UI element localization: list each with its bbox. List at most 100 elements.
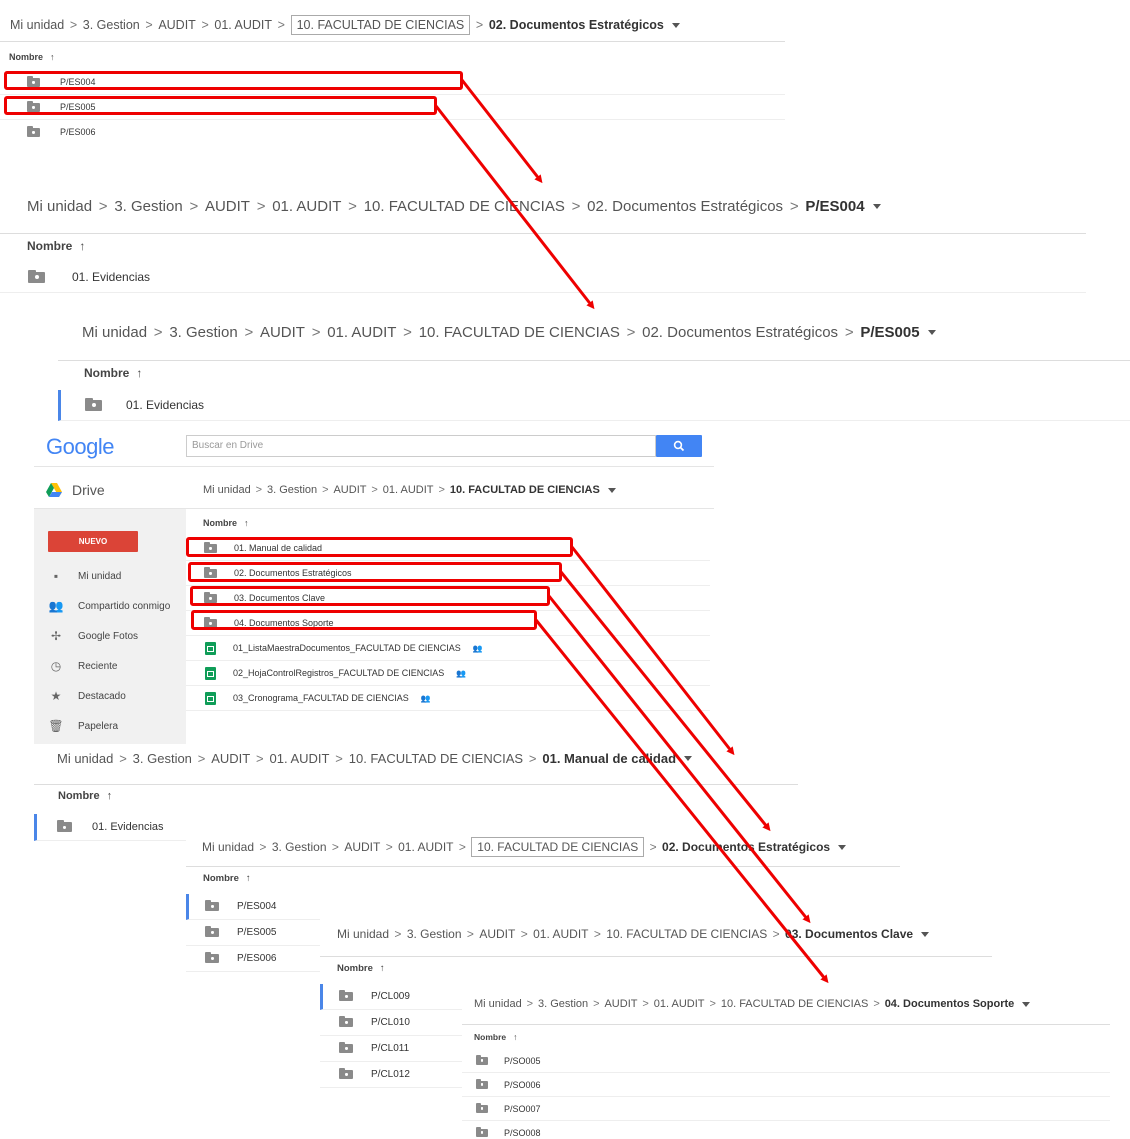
crumb-current[interactable]: 04. Documentos Soporte	[885, 998, 1015, 1010]
column-header-label: Nombre	[203, 518, 238, 528]
list-item[interactable]: P/SO007	[462, 1097, 1110, 1121]
search-button[interactable]	[656, 435, 702, 457]
crumb-audit[interactable]: AUDIT	[344, 840, 380, 854]
crumb-mi-unidad[interactable]: Mi unidad	[203, 484, 251, 496]
sidebar-item[interactable]: ✢ Google Fotos	[34, 621, 186, 651]
crumb-facultad[interactable]: 10. FACULTAD DE CIENCIAS	[349, 751, 523, 766]
sidebar-item[interactable]: 👥 Compartido conmigo	[34, 591, 186, 621]
crumb-audit[interactable]: AUDIT	[260, 324, 305, 341]
crumb-estrategicos[interactable]: 02. Documentos Estratégicos	[587, 198, 783, 215]
column-header-name[interactable]: Nombre ↑	[474, 1032, 517, 1042]
list-item[interactable]: P/SO005	[462, 1049, 1110, 1073]
search-input[interactable]: Buscar en Drive	[192, 440, 263, 451]
list-item[interactable]: 01. Evidencias	[58, 390, 1130, 421]
crumb-01-audit[interactable]: 01. AUDIT	[269, 751, 329, 766]
folder-shared-icon	[476, 1126, 488, 1137]
chevron-down-icon[interactable]	[838, 844, 847, 850]
crumb-facultad[interactable]: 10. FACULTAD DE CIENCIAS	[364, 198, 565, 215]
crumb-gestion[interactable]: 3. Gestion	[267, 484, 317, 496]
crumb-gestion[interactable]: 3. Gestion	[169, 324, 237, 341]
column-header-name[interactable]: Nombre ↑	[9, 52, 55, 62]
crumb-audit[interactable]: AUDIT	[205, 198, 250, 215]
crumb-current[interactable]: 10. FACULTAD DE CIENCIAS	[450, 484, 600, 496]
google-logo[interactable]: Google	[46, 434, 114, 460]
crumb-01-audit[interactable]: 01. AUDIT	[327, 324, 396, 341]
chevron-down-icon[interactable]	[1022, 1001, 1031, 1007]
crumb-facultad[interactable]: 10. FACULTAD DE CIENCIAS	[471, 837, 645, 857]
crumb-audit[interactable]: AUDIT	[604, 998, 637, 1010]
list-item[interactable]: P/ES006	[0, 120, 785, 144]
crumb-mi-unidad[interactable]: Mi unidad	[57, 751, 113, 766]
list-item[interactable]: 01. Evidencias	[0, 262, 1086, 293]
crumb-gestion[interactable]: 3. Gestion	[83, 18, 140, 32]
sidebar-item[interactable]: ★ Destacado	[34, 681, 186, 711]
search-icon	[673, 440, 685, 452]
sort-up-icon: ↑	[79, 239, 86, 253]
sidebar-item[interactable]: 🗑 Papelera	[34, 711, 186, 741]
list-item[interactable]: 01_ListaMaestraDocumentos_FACULTAD DE CI…	[186, 636, 710, 661]
folder-name: P/SO006	[504, 1079, 541, 1090]
crumb-facultad[interactable]: 10. FACULTAD DE CIENCIAS	[606, 927, 767, 941]
crumb-audit[interactable]: AUDIT	[479, 927, 515, 941]
chevron-down-icon[interactable]	[671, 22, 680, 28]
crumb-current[interactable]: 03. Documentos Clave	[785, 927, 913, 941]
column-header-name[interactable]: Nombre ↑	[27, 239, 85, 253]
crumb-gestion[interactable]: 3. Gestion	[538, 998, 588, 1010]
search-box[interactable]: Buscar en Drive	[186, 435, 656, 457]
list-item[interactable]: P/SO006	[462, 1073, 1110, 1097]
column-header-name[interactable]: Nombre ↑	[58, 790, 112, 802]
sort-up-icon: ↑	[379, 963, 385, 974]
crumb-mi-unidad[interactable]: Mi unidad	[82, 324, 147, 341]
crumb-gestion[interactable]: 3. Gestion	[407, 927, 462, 941]
folder-name: P/ES006	[237, 953, 277, 964]
chevron-down-icon[interactable]	[684, 756, 693, 761]
crumb-mi-unidad[interactable]: Mi unidad	[337, 927, 389, 941]
crumb-01-audit[interactable]: 01. AUDIT	[272, 198, 341, 215]
crumb-01-audit[interactable]: 01. AUDIT	[383, 484, 434, 496]
list-item[interactable]: 02_HojaControlRegistros_FACULTAD DE CIEN…	[186, 661, 710, 686]
crumb-mi-unidad[interactable]: Mi unidad	[27, 198, 92, 215]
chevron-down-icon[interactable]	[872, 204, 881, 209]
crumb-audit[interactable]: AUDIT	[211, 751, 250, 766]
sidebar-item[interactable]: ◷ Reciente	[34, 651, 186, 681]
crumb-mi-unidad[interactable]: Mi unidad	[10, 18, 64, 32]
new-button[interactable]: NUEVO	[48, 531, 138, 552]
file-name: 01_ListaMaestraDocumentos_FACULTAD DE CI…	[233, 643, 461, 653]
crumb-facultad[interactable]: 10. FACULTAD DE CIENCIAS	[290, 15, 471, 35]
crumb-01-audit[interactable]: 01. AUDIT	[398, 840, 453, 854]
crumb-separator: >	[69, 18, 78, 32]
list-item[interactable]: 03_Cronograma_FACULTAD DE CIENCIAS 👥	[186, 686, 710, 711]
column-header-label: Nombre	[58, 790, 100, 802]
crumb-separator: >	[528, 751, 537, 766]
crumb-current[interactable]: 02. Documentos Estratégicos	[662, 840, 830, 854]
crumb-mi-unidad[interactable]: Mi unidad	[202, 840, 254, 854]
crumb-gestion[interactable]: 3. Gestion	[114, 198, 182, 215]
crumb-current[interactable]: 02. Documentos Estratégicos	[489, 18, 664, 32]
crumb-mi-unidad[interactable]: Mi unidad	[474, 998, 522, 1010]
crumb-facultad[interactable]: 10. FACULTAD DE CIENCIAS	[419, 324, 620, 341]
column-header-name[interactable]: Nombre ↑	[203, 518, 249, 528]
crumb-estrategicos[interactable]: 02. Documentos Estratégicos	[642, 324, 838, 341]
column-header-name[interactable]: Nombre ↑	[337, 963, 385, 974]
crumb-01-audit[interactable]: 01. AUDIT	[214, 18, 272, 32]
folder-shared-icon	[476, 1102, 488, 1113]
crumb-separator: >	[520, 927, 528, 941]
list-item[interactable]: P/SO008	[462, 1121, 1110, 1139]
chevron-down-icon[interactable]	[927, 330, 936, 335]
crumb-audit[interactable]: AUDIT	[158, 18, 196, 32]
crumb-facultad[interactable]: 10. FACULTAD DE CIENCIAS	[721, 998, 869, 1010]
column-header-name[interactable]: Nombre ↑	[84, 366, 142, 380]
crumb-current[interactable]: P/ES005	[860, 324, 919, 341]
sidebar-item[interactable]: ▪ Mi unidad	[34, 561, 186, 591]
crumb-gestion[interactable]: 3. Gestion	[133, 751, 192, 766]
crumb-current[interactable]: 01. Manual de calidad	[542, 751, 676, 766]
crumb-audit[interactable]: AUDIT	[333, 484, 366, 496]
column-header-name[interactable]: Nombre ↑	[203, 873, 251, 884]
chevron-down-icon[interactable]	[921, 931, 930, 937]
crumb-gestion[interactable]: 3. Gestion	[272, 840, 327, 854]
crumb-01-audit[interactable]: 01. AUDIT	[533, 927, 588, 941]
sort-up-icon: ↑	[50, 52, 55, 62]
crumb-current[interactable]: P/ES004	[805, 198, 864, 215]
chevron-down-icon[interactable]	[607, 487, 616, 493]
crumb-01-audit[interactable]: 01. AUDIT	[654, 998, 705, 1010]
